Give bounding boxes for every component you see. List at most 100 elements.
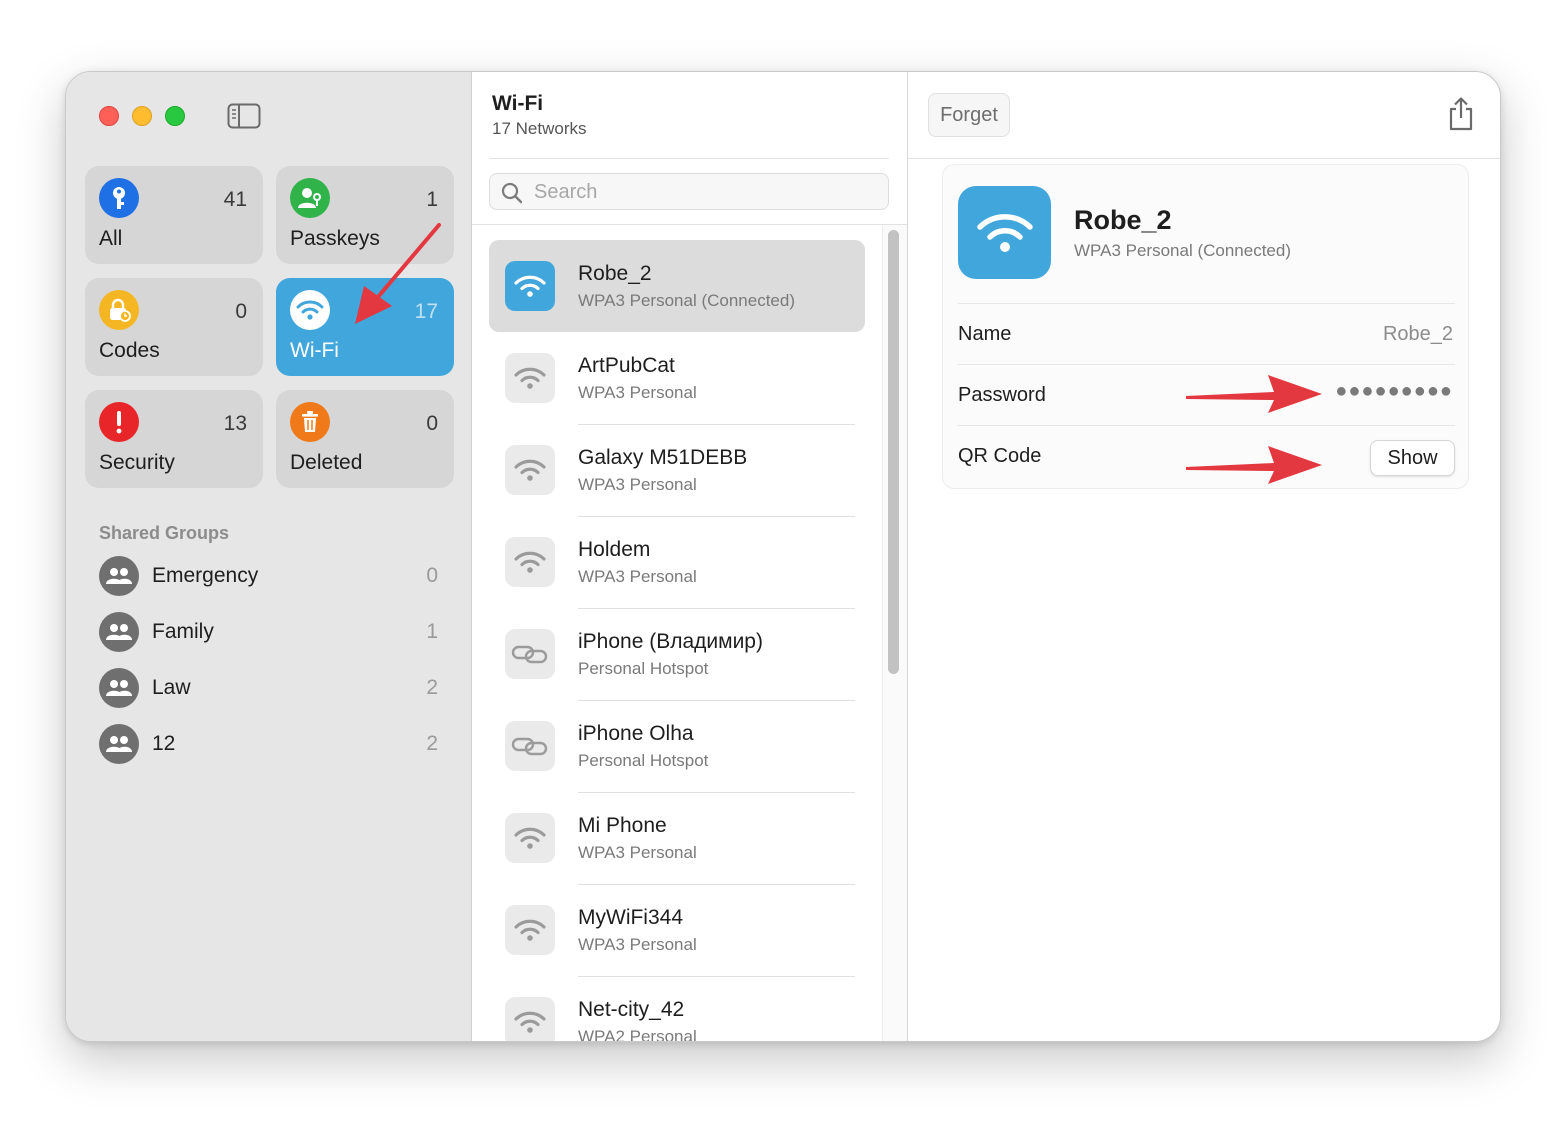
category-label: Security bbox=[99, 451, 175, 474]
group-count: 1 bbox=[426, 620, 438, 643]
list-item-mi-phone[interactable]: Mi Phone WPA3 Personal bbox=[489, 792, 865, 885]
group-people-icon bbox=[99, 724, 139, 764]
list-subtitle: 17 Networks bbox=[492, 119, 587, 138]
category-label: Wi-Fi bbox=[290, 339, 339, 362]
category-codes[interactable]: 0 Codes bbox=[85, 278, 263, 376]
group-count: 2 bbox=[426, 676, 438, 699]
share-icon[interactable] bbox=[1446, 96, 1476, 132]
group-family[interactable]: Family 1 bbox=[99, 610, 444, 654]
network-detail-card: Robe_2 WPA3 Personal (Connected) Name Ro… bbox=[942, 164, 1469, 489]
network-name: ArtPubCat bbox=[578, 354, 675, 377]
password-row[interactable]: Password ●●●●●●●●● bbox=[958, 364, 1455, 425]
qr-code-row: QR Code Show bbox=[958, 425, 1455, 486]
list-item-galaxy-m51debb[interactable]: Galaxy M51DEBB WPA3 Personal bbox=[489, 424, 865, 517]
category-passkeys[interactable]: 1 Passkeys bbox=[276, 166, 454, 264]
divider bbox=[489, 158, 889, 159]
wifi-icon bbox=[505, 445, 555, 495]
wifi-icon bbox=[505, 537, 555, 587]
scrollbar-thumb[interactable] bbox=[888, 230, 899, 674]
group-emergency[interactable]: Emergency 0 bbox=[99, 554, 444, 598]
wifi-icon bbox=[290, 290, 330, 330]
password-value[interactable]: ●●●●●●●●● bbox=[1335, 380, 1453, 403]
list-item-iphone-vladimir[interactable]: iPhone (Владимир) Personal Hotspot bbox=[489, 608, 865, 701]
group-12[interactable]: 12 2 bbox=[99, 722, 444, 766]
category-count: 17 bbox=[414, 300, 438, 323]
group-count: 0 bbox=[426, 564, 438, 587]
network-security: Personal Hotspot bbox=[578, 751, 709, 770]
category-count: 1 bbox=[426, 188, 438, 211]
network-name: iPhone (Владимир) bbox=[578, 630, 763, 653]
password-label: Password bbox=[958, 384, 1046, 406]
search-icon bbox=[501, 182, 523, 204]
network-security: Personal Hotspot bbox=[578, 659, 709, 678]
network-security: WPA2 Personal bbox=[578, 1027, 697, 1042]
key-icon bbox=[99, 178, 139, 218]
network-name: Net-city_42 bbox=[578, 998, 685, 1021]
network-name: Mi Phone bbox=[578, 814, 667, 837]
show-qr-button[interactable]: Show bbox=[1370, 440, 1455, 476]
group-name: Emergency bbox=[152, 564, 259, 587]
name-label: Name bbox=[958, 323, 1012, 345]
category-label: All bbox=[99, 227, 123, 250]
network-name: MyWiFi344 bbox=[578, 906, 684, 929]
network-security: WPA3 Personal bbox=[578, 843, 697, 862]
passwords-window: 41 All 1 Passkeys 0 Codes 17 Wi-Fi 13 Se… bbox=[65, 71, 1501, 1042]
group-people-icon bbox=[99, 556, 139, 596]
divider bbox=[908, 158, 1500, 159]
hotspot-link-icon bbox=[505, 629, 555, 679]
network-security: WPA3 Personal bbox=[578, 567, 697, 586]
network-name: Galaxy M51DEBB bbox=[578, 446, 748, 469]
group-law[interactable]: Law 2 bbox=[99, 666, 444, 710]
list-item-holdem[interactable]: Holdem WPA3 Personal bbox=[489, 516, 865, 609]
trash-icon bbox=[290, 402, 330, 442]
network-security: WPA3 Personal bbox=[578, 383, 697, 402]
exclamation-icon bbox=[99, 402, 139, 442]
category-label: Codes bbox=[99, 339, 160, 362]
group-name: Law bbox=[152, 676, 191, 699]
divider bbox=[472, 224, 907, 225]
list-item-artpubcat[interactable]: ArtPubCat WPA3 Personal bbox=[489, 332, 865, 425]
group-people-icon bbox=[99, 668, 139, 708]
wifi-icon bbox=[505, 353, 555, 403]
category-label: Passkeys bbox=[290, 227, 380, 250]
sidebar: 41 All 1 Passkeys 0 Codes 17 Wi-Fi 13 Se… bbox=[66, 72, 472, 1041]
category-deleted[interactable]: 0 Deleted bbox=[276, 390, 454, 488]
category-count: 13 bbox=[223, 412, 247, 435]
list-title: Wi-Fi bbox=[492, 92, 544, 115]
category-security[interactable]: 13 Security bbox=[85, 390, 263, 488]
category-count: 0 bbox=[426, 412, 438, 435]
network-name: Holdem bbox=[578, 538, 651, 561]
zoom-window-button[interactable] bbox=[165, 106, 185, 126]
network-title: Robe_2 bbox=[1074, 205, 1172, 235]
list-item-robe-2[interactable]: Robe_2 WPA3 Personal (Connected) bbox=[489, 240, 865, 332]
category-label: Deleted bbox=[290, 451, 363, 474]
network-list-pane: Wi-Fi 17 Networks Search Robe_2 WPA3 Per… bbox=[472, 72, 907, 1041]
shared-groups-heading: Shared Groups bbox=[99, 523, 230, 543]
search-input[interactable]: Search bbox=[489, 173, 889, 210]
list-item-iphone-olha[interactable]: iPhone Olha Personal Hotspot bbox=[489, 700, 865, 793]
network-security: WPA3 Personal (Connected) bbox=[578, 291, 796, 310]
forget-button[interactable]: Forget bbox=[928, 93, 1010, 137]
lock-clock-icon bbox=[99, 290, 139, 330]
list-item-net-city-42[interactable]: Net-city_42 WPA2 Personal bbox=[489, 976, 865, 1042]
hotspot-link-icon bbox=[505, 721, 555, 771]
minimize-window-button[interactable] bbox=[132, 106, 152, 126]
qr-code-label: QR Code bbox=[958, 445, 1042, 467]
group-name: 12 bbox=[152, 732, 176, 755]
category-wifi[interactable]: 17 Wi-Fi bbox=[276, 278, 454, 376]
wifi-icon bbox=[505, 813, 555, 863]
category-count: 0 bbox=[235, 300, 247, 323]
network-name: iPhone Olha bbox=[578, 722, 694, 745]
list-item-mywifi344[interactable]: MyWiFi344 WPA3 Personal bbox=[489, 884, 865, 977]
search-placeholder: Search bbox=[534, 181, 598, 203]
detail-pane: Forget Robe_2 WPA3 Personal (Connected) … bbox=[907, 72, 1500, 1041]
wifi-icon bbox=[958, 186, 1051, 279]
close-window-button[interactable] bbox=[99, 106, 119, 126]
network-name: Robe_2 bbox=[578, 262, 652, 285]
wifi-icon bbox=[505, 905, 555, 955]
wifi-icon bbox=[505, 261, 555, 311]
sidebar-toggle-icon[interactable] bbox=[227, 103, 261, 129]
category-all[interactable]: 41 All bbox=[85, 166, 263, 264]
person-key-icon bbox=[290, 178, 330, 218]
category-count: 41 bbox=[223, 188, 247, 211]
